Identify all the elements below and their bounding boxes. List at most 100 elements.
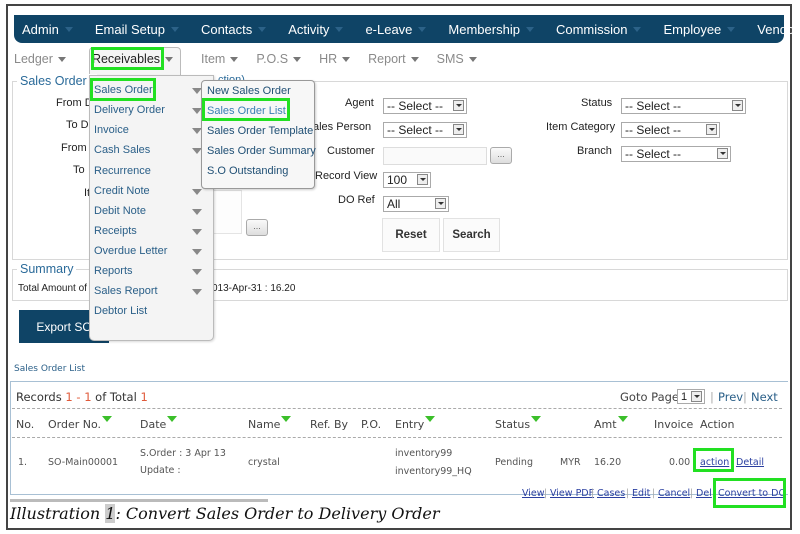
menu-item-reports[interactable]: Reports bbox=[94, 265, 133, 277]
menu-item-debtor-list[interactable]: Debtor List bbox=[94, 305, 147, 317]
col-status[interactable]: Status bbox=[495, 416, 542, 431]
col-action: Action bbox=[700, 418, 735, 431]
menu-item-receipts[interactable]: Receipts bbox=[94, 225, 137, 237]
subnav-item[interactable]: Item bbox=[201, 52, 239, 66]
record-view-label: Record View bbox=[315, 170, 378, 182]
chevron-down-icon bbox=[192, 269, 202, 275]
delete-link[interactable]: Del bbox=[696, 488, 712, 499]
submenu-sales-order-summary[interactable]: Sales Order Summary bbox=[207, 145, 316, 157]
detail-link[interactable]: Detail bbox=[736, 457, 764, 468]
menu-item-overdue-letter[interactable]: Overdue Letter bbox=[94, 245, 167, 257]
nav-vendor[interactable]: Vendor bbox=[735, 22, 800, 37]
subnav-ledger[interactable]: Ledger bbox=[14, 52, 66, 66]
menu-item-debit-note[interactable]: Debit Note bbox=[94, 205, 146, 217]
goto-page-select[interactable]: 1 bbox=[677, 389, 705, 404]
col-order-no[interactable]: Order No. bbox=[48, 416, 113, 431]
separator: | bbox=[544, 488, 548, 499]
sales-order-submenu: New Sales Order Sales Order List Sales O… bbox=[201, 80, 316, 189]
chevron-down-icon bbox=[293, 56, 302, 62]
search-button[interactable]: Search bbox=[443, 218, 500, 252]
subnav-pos[interactable]: P.O.S bbox=[256, 52, 302, 66]
cases-link[interactable]: Cases bbox=[597, 488, 625, 499]
menu-item-delivery-order[interactable]: Delivery Order bbox=[94, 104, 165, 116]
submenu-sales-order-template[interactable]: Sales Order Template bbox=[207, 125, 313, 137]
dropdown-arrow-icon bbox=[453, 124, 464, 135]
nav-commission[interactable]: Commission bbox=[534, 22, 642, 37]
subnav-receivables[interactable]: Receivables bbox=[91, 52, 174, 66]
chevron-down-icon bbox=[192, 229, 202, 235]
col-no: No. bbox=[16, 418, 35, 431]
nav-admin[interactable]: Admin bbox=[14, 22, 73, 37]
subnav-hr[interactable]: HR bbox=[319, 52, 351, 66]
row-date-order: S.Order : 3 Apr 13 bbox=[140, 448, 226, 459]
view-link[interactable]: View bbox=[522, 488, 545, 499]
submenu-new-sales-order[interactable]: New Sales Order bbox=[207, 85, 291, 97]
edit-link[interactable]: Edit bbox=[632, 488, 650, 499]
subnav-sms[interactable]: SMS bbox=[437, 52, 477, 66]
subnav-label: HR bbox=[319, 52, 338, 66]
sort-arrow-icon bbox=[617, 416, 628, 422]
customer-label: Customer bbox=[327, 145, 375, 157]
col-po: P.O. bbox=[361, 418, 382, 431]
nav-employee[interactable]: Employee bbox=[641, 22, 736, 37]
customer-input[interactable] bbox=[383, 147, 487, 165]
nav-label: Contacts bbox=[200, 21, 253, 37]
prev-link[interactable]: Prev bbox=[718, 390, 743, 404]
module-nav: Ledger Receivables Item P.O.S HR Report … bbox=[14, 47, 495, 71]
chevron-down-icon bbox=[410, 56, 419, 62]
sort-arrow-icon bbox=[281, 416, 292, 422]
dropdown-arrow-icon bbox=[435, 198, 446, 209]
col-entry[interactable]: Entry bbox=[395, 416, 436, 431]
chevron-down-icon bbox=[230, 56, 239, 62]
separator: | bbox=[743, 390, 747, 404]
subnav-report[interactable]: Report bbox=[368, 52, 419, 66]
chevron-down-icon bbox=[192, 189, 202, 195]
convert-to-do-link[interactable]: Convert to DO bbox=[718, 488, 786, 499]
action-link[interactable]: action bbox=[700, 457, 729, 468]
illustration-caption: Illustration 1: Convert Sales Order to D… bbox=[10, 504, 440, 523]
status-select[interactable]: -- Select -- bbox=[621, 98, 746, 114]
item-category-select[interactable]: -- Select -- bbox=[621, 122, 720, 138]
col-name[interactable]: Name bbox=[248, 416, 292, 431]
nav-contacts[interactable]: Contacts bbox=[179, 21, 267, 37]
nav-label: Admin bbox=[22, 21, 59, 37]
reset-button[interactable]: Reset bbox=[382, 218, 440, 252]
divider bbox=[12, 408, 782, 409]
nav-e-leave[interactable]: e-Leave bbox=[343, 22, 427, 37]
submenu-sales-order-list[interactable]: Sales Order List bbox=[207, 105, 286, 117]
col-amt[interactable]: Amt bbox=[594, 416, 628, 431]
horizontal-scrollbar[interactable] bbox=[10, 499, 268, 502]
menu-item-credit-note[interactable]: Credit Note bbox=[94, 185, 150, 197]
col-date[interactable]: Date bbox=[140, 416, 178, 431]
record-view-select[interactable]: 100 bbox=[383, 172, 431, 188]
view-pdf-link[interactable]: View PDF bbox=[550, 488, 594, 499]
menu-item-sales-order[interactable]: Sales Order bbox=[94, 84, 153, 96]
menu-item-cash-sales[interactable]: Cash Sales bbox=[94, 144, 150, 156]
subnav-label: Receivables bbox=[91, 52, 161, 66]
sort-arrow-icon bbox=[102, 416, 113, 422]
chevron-down-icon bbox=[258, 26, 267, 32]
cancel-link[interactable]: Cancel bbox=[658, 488, 690, 499]
search-legend: Sales Order ( bbox=[17, 74, 98, 88]
menu-item-invoice[interactable]: Invoice bbox=[94, 124, 129, 136]
next-link[interactable]: Next bbox=[751, 390, 778, 404]
chevron-down-icon bbox=[192, 249, 202, 255]
chevron-down-icon bbox=[342, 56, 351, 62]
do-ref-select[interactable]: All bbox=[383, 196, 449, 212]
nav-activity[interactable]: Activity bbox=[266, 22, 344, 37]
agent-label: Agent bbox=[345, 97, 374, 109]
separator: | bbox=[710, 390, 714, 404]
goto-page-label: Goto Page bbox=[620, 390, 679, 404]
list-title: Sales Order List bbox=[14, 364, 85, 374]
item-browse-button[interactable]: ... bbox=[246, 219, 268, 236]
branch-select[interactable]: -- Select -- bbox=[621, 146, 731, 162]
submenu-so-outstanding[interactable]: S.O Outstanding bbox=[207, 165, 288, 177]
customer-browse-button[interactable]: ... bbox=[490, 147, 512, 164]
agent-select[interactable]: -- Select -- bbox=[383, 98, 467, 114]
menu-item-recurrence[interactable]: Recurrence bbox=[94, 165, 151, 177]
subnav-label: P.O.S bbox=[256, 52, 289, 66]
nav-membership[interactable]: Membership bbox=[426, 22, 534, 37]
menu-item-sales-report[interactable]: Sales Report bbox=[94, 285, 158, 297]
nav-email-setup[interactable]: Email Setup bbox=[73, 22, 179, 37]
sales-person-select[interactable]: -- Select -- bbox=[383, 122, 467, 138]
